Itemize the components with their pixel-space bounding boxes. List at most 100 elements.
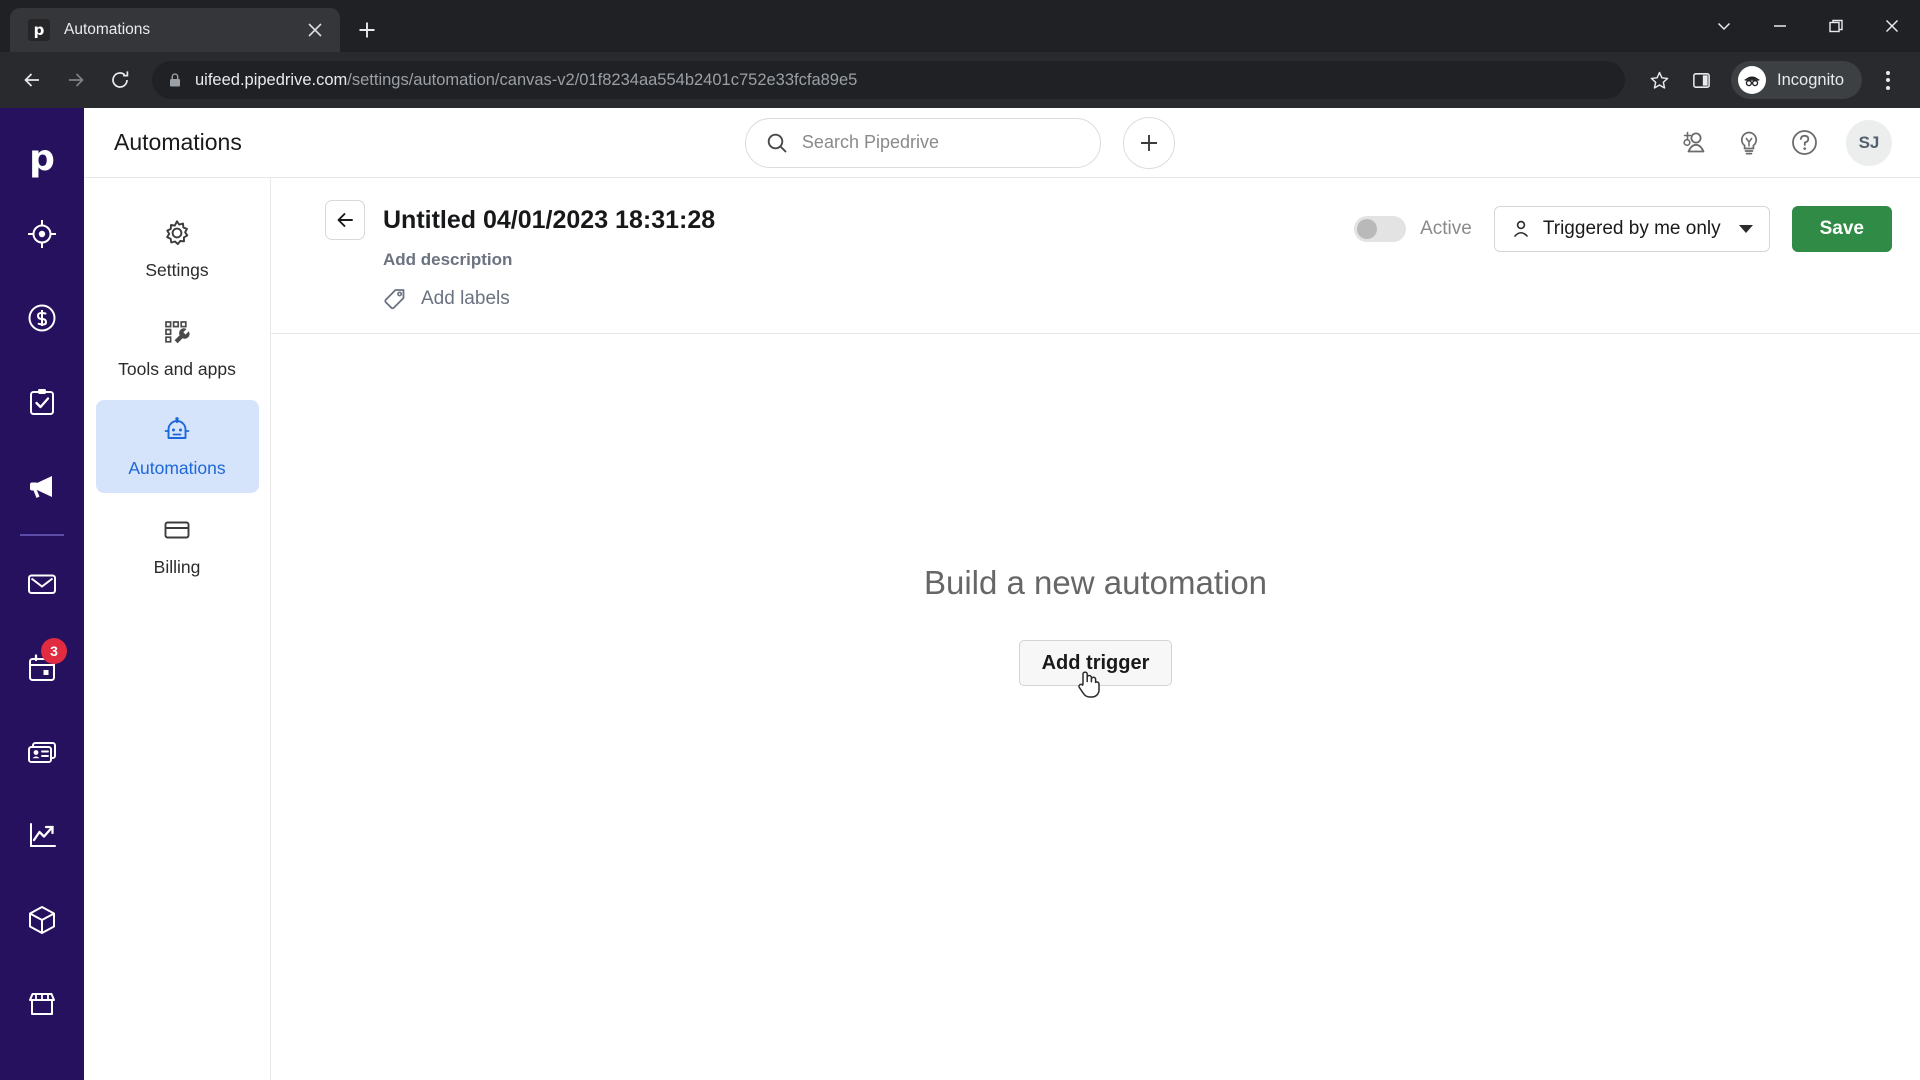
gear-icon xyxy=(162,218,192,248)
active-toggle-label: Active xyxy=(1420,218,1472,239)
active-toggle-group: Active xyxy=(1354,216,1472,242)
storefront-icon xyxy=(29,993,55,1015)
sidebar-item-tools-and-apps[interactable]: Tools and apps xyxy=(96,301,259,394)
side-panel-icon[interactable] xyxy=(1681,60,1721,100)
visibility-dropdown[interactable]: Triggered by me only xyxy=(1493,206,1770,252)
window-controls xyxy=(1696,0,1920,52)
add-trigger-button[interactable]: Add trigger xyxy=(1018,640,1173,698)
page-viewport: p 3 Automations Search Pipedrive SJ Sett… xyxy=(0,108,1920,1080)
three-dot-menu-icon[interactable] xyxy=(1868,60,1908,100)
automation-editor: Untitled 04/01/2023 18:31:28 Add descrip… xyxy=(271,178,1920,1080)
browser-tab[interactable]: p Automations xyxy=(10,8,340,52)
close-window-button[interactable] xyxy=(1864,0,1920,52)
search-input[interactable]: Search Pipedrive xyxy=(744,117,1101,168)
app-header: Automations Search Pipedrive SJ xyxy=(84,108,1920,178)
nav-item-contacts[interactable] xyxy=(0,710,84,794)
contact-card-icon xyxy=(28,742,56,763)
minimize-button[interactable] xyxy=(1752,0,1808,52)
new-tab-button[interactable] xyxy=(348,11,386,49)
lightbulb-icon[interactable] xyxy=(1735,129,1763,157)
header-actions: SJ xyxy=(1678,119,1892,166)
add-person-icon[interactable] xyxy=(1678,128,1708,158)
question-mark-icon[interactable] xyxy=(1790,128,1819,157)
reload-icon[interactable] xyxy=(100,60,140,100)
address-bar-url: uifeed.pipedrive.com/settings/automation… xyxy=(195,71,857,90)
nav-item-calendar[interactable]: 3 xyxy=(0,626,84,710)
star-icon[interactable] xyxy=(1639,60,1679,100)
credit-card-icon xyxy=(162,515,192,545)
envelope-icon xyxy=(28,574,56,594)
person-icon xyxy=(1514,220,1528,237)
sidebar-item-settings[interactable]: Settings xyxy=(96,202,259,295)
pipedrive-favicon: p xyxy=(28,19,50,41)
browser-toolbar: uifeed.pipedrive.com/settings/automation… xyxy=(0,52,1920,108)
automation-labels[interactable]: Add labels xyxy=(383,287,1338,311)
forward-arrow-icon[interactable] xyxy=(56,60,96,100)
nav-divider xyxy=(20,534,64,536)
browser-tab-title: Automations xyxy=(64,21,151,38)
tab-search-button[interactable] xyxy=(1696,0,1752,52)
sidebar-item-label: Settings xyxy=(145,260,209,280)
close-icon[interactable] xyxy=(302,17,328,43)
nav-item-mail[interactable] xyxy=(0,542,84,626)
automation-controls: Active Triggered by me only Save xyxy=(1354,200,1892,252)
sidebar-item-label: Automations xyxy=(128,458,226,478)
sidebar-item-automations[interactable]: Automations xyxy=(95,400,259,493)
maximize-button[interactable] xyxy=(1808,0,1864,52)
content-area: Settings Tools and apps Automations Bill… xyxy=(84,178,1920,1080)
save-button[interactable]: Save xyxy=(1791,206,1892,252)
automation-canvas: Build a new automation Add trigger xyxy=(271,334,1920,1080)
page-title: Automations xyxy=(114,129,242,155)
sidebar-item-label: Tools and apps xyxy=(118,359,236,379)
nav-item-activities[interactable] xyxy=(0,360,84,444)
nav-item-products[interactable] xyxy=(0,878,84,962)
dollar-circle-icon xyxy=(28,304,56,332)
automation-meta: Untitled 04/01/2023 18:31:28 Add descrip… xyxy=(325,200,1338,311)
back-button[interactable] xyxy=(325,200,365,240)
clipboard-check-icon xyxy=(30,389,54,415)
automation-labels-text: Add labels xyxy=(421,288,510,309)
app-body: Automations Search Pipedrive SJ Settings… xyxy=(84,108,1920,1080)
automation-header: Untitled 04/01/2023 18:31:28 Add descrip… xyxy=(271,178,1920,334)
canvas-heading: Build a new automation xyxy=(923,564,1268,601)
nav-item-leads[interactable] xyxy=(0,192,84,276)
incognito-label: Incognito xyxy=(1777,70,1844,89)
search-placeholder: Search Pipedrive xyxy=(801,132,939,152)
calendar-badge: 3 xyxy=(41,638,67,664)
sidebar-item-label: Billing xyxy=(153,557,201,577)
nav-item-insights[interactable] xyxy=(0,794,84,878)
browser-window: p Automations uifeed.pipedrive.com/setti… xyxy=(0,0,1920,1080)
add-button[interactable] xyxy=(1122,116,1175,169)
url-path: /settings/automation/canvas-v2/01f8234aa… xyxy=(347,70,858,89)
toolbar-right-controls: Incognito xyxy=(1639,60,1908,100)
address-bar[interactable]: uifeed.pipedrive.com/settings/automation… xyxy=(152,61,1626,99)
browser-tab-strip: p Automations xyxy=(0,0,1920,52)
line-chart-icon xyxy=(30,823,56,847)
megaphone-icon xyxy=(30,476,52,498)
search-icon xyxy=(767,133,787,152)
active-toggle[interactable] xyxy=(1354,216,1407,242)
nav-item-deals[interactable] xyxy=(0,276,84,360)
box-icon xyxy=(29,906,55,934)
nav-item-marketplace[interactable] xyxy=(0,962,84,1046)
target-icon xyxy=(28,220,56,248)
incognito-spy-icon xyxy=(1738,66,1767,94)
visibility-value: Triggered by me only xyxy=(1542,218,1721,239)
lock-icon xyxy=(170,73,180,87)
user-avatar[interactable]: SJ xyxy=(1846,119,1892,166)
grid-wrench-icon xyxy=(162,317,192,347)
chevron-down-icon xyxy=(1738,225,1753,233)
automation-title-row: Untitled 04/01/2023 18:31:28 xyxy=(325,200,1338,240)
pointing-hand-cursor xyxy=(1076,667,1102,705)
url-domain: uifeed.pipedrive.com xyxy=(195,70,348,89)
automation-title[interactable]: Untitled 04/01/2023 18:31:28 xyxy=(383,206,715,235)
nav-item-campaigns[interactable] xyxy=(0,444,84,528)
tag-icon xyxy=(384,289,405,310)
automation-description[interactable]: Add description xyxy=(383,250,1338,270)
robot-icon xyxy=(162,416,192,446)
back-arrow-icon[interactable] xyxy=(12,60,52,100)
sidebar-item-billing[interactable]: Billing xyxy=(96,499,259,592)
pipedrive-logo-icon[interactable]: p xyxy=(0,126,84,192)
global-nav-rail: p 3 xyxy=(0,108,84,1080)
incognito-indicator[interactable]: Incognito xyxy=(1731,61,1862,99)
